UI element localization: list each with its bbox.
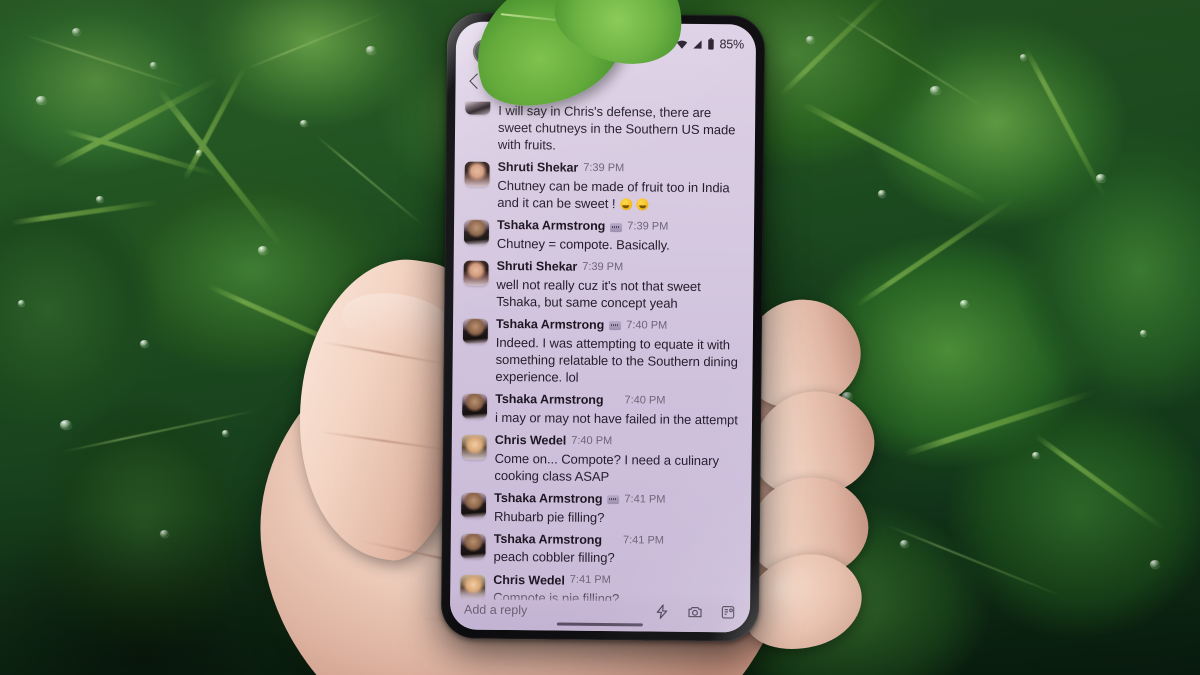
message-text: Indeed. I was attempting to equate it wi…	[495, 334, 738, 385]
message-author[interactable]: Tshaka Armstrong	[497, 218, 605, 235]
message-author[interactable]: Shruti Shekar	[498, 160, 579, 176]
message-meta: Tshaka Armstrong 7:41 PM	[494, 532, 741, 550]
avatar[interactable]	[464, 162, 490, 188]
message-meta: Chris Wedel 7:40 PM	[495, 433, 742, 451]
message-text: I will say in Chris's defense, there are…	[497, 102, 736, 153]
avatar[interactable]	[465, 101, 491, 115]
message-author[interactable]: Tshaka Armstrong	[494, 491, 602, 508]
message-body: Tshaka Armstrong 7:41 PM Rhubarb pie filli…	[494, 491, 741, 527]
message-body: Shruti Shekar 7:39 PM well not really cuz …	[496, 259, 744, 313]
message-author[interactable]: Tshaka Armstrong	[496, 317, 604, 334]
message-row[interactable]: Tshaka Armstrong 7:40 PM Indeed. I was att…	[462, 315, 743, 393]
message-timestamp: 7:40 PM	[624, 394, 666, 407]
message-body: I will say in Chris's defense, there are…	[498, 102, 746, 156]
sticker-image-icon[interactable]	[720, 604, 736, 620]
message-meta: Tshaka Armstrong 7:40 PM	[495, 392, 742, 410]
emoji-icon	[636, 198, 649, 211]
message-text: peach cobbler filling?	[493, 549, 615, 566]
message-author[interactable]: Tshaka Armstrong	[495, 392, 603, 409]
message-timestamp: 7:40 PM	[626, 319, 668, 332]
message-row[interactable]: Tshaka Armstrong 7:39 PM Chutney = compote…	[463, 216, 744, 260]
message-timestamp: 7:40 PM	[571, 434, 613, 448]
message-row[interactable]: Tshaka Armstrong 7:41 PM peach cobbler fil…	[460, 529, 740, 573]
message-row[interactable]: I will say in Chris's defense, there are…	[465, 100, 746, 161]
avatar[interactable]	[460, 533, 486, 559]
message-author[interactable]: Tshaka Armstrong	[494, 532, 602, 549]
message-meta: Shruti Shekar 7:39 PM	[498, 160, 745, 178]
battery-icon	[706, 38, 714, 50]
message-text: Come on... Compote? I need a culinary co…	[494, 450, 720, 484]
message-timestamp: 7:41 PM	[622, 533, 665, 547]
message-body: Tshaka Armstrong 7:40 PM Indeed. I was att…	[495, 317, 743, 388]
message-text: Rhubarb pie filling?	[493, 508, 605, 525]
avatar[interactable]	[461, 434, 487, 460]
message-timestamp: 7:39 PM	[582, 260, 624, 274]
camera-icon[interactable]	[687, 604, 703, 620]
message-author[interactable]: Shruti Shekar	[497, 259, 578, 275]
avatar[interactable]	[462, 393, 488, 420]
reply-composer[interactable]: Add a reply	[449, 589, 751, 633]
message-text: Chutney = compote. Basically.	[496, 235, 670, 253]
avatar[interactable]	[462, 318, 489, 344]
message-timestamp: 7:41 PM	[569, 574, 611, 587]
message-row[interactable]: Tshaka Armstrong 7:41 PM Rhubarb pie filli…	[460, 488, 741, 532]
message-body: Tshaka Armstrong 7:41 PM peach cobbler fil…	[493, 532, 740, 568]
message-row[interactable]: Chris Wedel 7:40 PM Come on... Compote? I …	[461, 431, 742, 492]
message-author[interactable]: Chris Wedel	[495, 433, 567, 449]
message-timestamp: 7:39 PM	[583, 162, 625, 175]
phone-screen: 9:48	[449, 21, 757, 633]
message-text: Chutney can be made of fruit too in Indi…	[497, 177, 730, 212]
message-meta: Tshaka Armstrong 7:40 PM	[496, 317, 743, 335]
message-timestamp: 7:41 PM	[624, 493, 666, 506]
message-timestamp: 7:39 PM	[627, 220, 669, 234]
composer-icon-group	[654, 604, 736, 621]
message-body: Tshaka Armstrong 7:39 PM Chutney = compote…	[497, 218, 744, 254]
avatar[interactable]	[463, 260, 489, 286]
screenshot-scene: 9:48	[0, 0, 1200, 675]
emoji-icon	[619, 198, 633, 211]
message-text: well not really cuz it's not that sweet …	[496, 276, 701, 311]
message-row[interactable]: Shruti Shekar 7:39 PM Chutney can be made …	[464, 158, 745, 219]
message-meta: Tshaka Armstrong 7:41 PM	[494, 491, 741, 509]
message-body: Shruti Shekar 7:39 PM Chutney can be made …	[497, 160, 745, 214]
message-meta: Tshaka Armstrong 7:39 PM	[497, 218, 744, 236]
smartphone: 9:48	[440, 12, 766, 642]
message-meta: Shruti Shekar 7:39 PM	[497, 259, 744, 277]
user-status-badge-icon	[607, 495, 620, 505]
message-body: Chris Wedel 7:40 PM Come on... Compote? I …	[494, 433, 742, 487]
message-body: Tshaka Armstrong 7:40 PM i may or may not …	[495, 392, 742, 428]
message-row[interactable]: Shruti Shekar 7:39 PM well not really cuz …	[463, 257, 744, 318]
thread-message-list[interactable]: I will say in Chris's defense, there are…	[450, 99, 755, 603]
cell-signal-icon	[691, 38, 702, 49]
user-status-badge-icon	[610, 222, 623, 232]
message-text: i may or may not have failed in the atte…	[494, 409, 738, 428]
message-row[interactable]: Tshaka Armstrong 7:40 PM i may or may not …	[462, 390, 742, 434]
reply-input[interactable]: Add a reply	[464, 603, 654, 619]
message-author[interactable]: Chris Wedel	[493, 572, 565, 588]
message-meta: Chris Wedel 7:41 PM	[493, 572, 740, 590]
battery-percentage: 85%	[719, 37, 745, 52]
user-status-badge-icon	[609, 321, 622, 331]
avatar[interactable]	[460, 492, 487, 518]
avatar[interactable]	[463, 219, 490, 246]
lightning-shortcut-icon[interactable]	[654, 604, 670, 620]
